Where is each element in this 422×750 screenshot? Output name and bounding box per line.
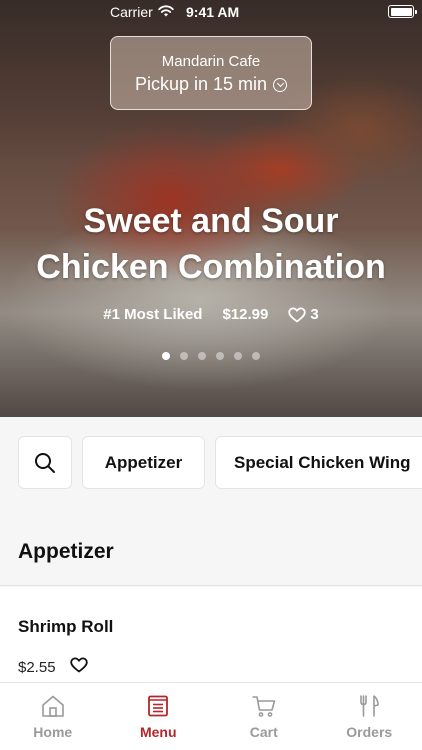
category-chip-special-chicken-wing[interactable]: Special Chicken Wing <box>215 436 422 489</box>
featured-item-hero[interactable]: Carrier 9:41 AM Mandarin Cafe Pickup in … <box>0 0 422 417</box>
item-name: Shrimp Roll <box>18 617 114 636</box>
tab-orders[interactable]: Orders <box>317 683 422 750</box>
tab-label-menu: Menu <box>139 724 177 740</box>
carousel-dot[interactable] <box>234 352 242 360</box>
title-line-2: Chicken Combination <box>36 248 386 286</box>
carousel-indicator[interactable] <box>0 352 422 360</box>
carousel-dot[interactable] <box>180 352 188 360</box>
tab-label-home: Home <box>33 724 73 740</box>
pickup-time: Pickup in 15 min <box>134 74 268 94</box>
favorite-button[interactable] <box>69 657 88 678</box>
carousel-dot[interactable] <box>216 352 224 360</box>
like-button[interactable]: 3 <box>288 306 319 323</box>
like-count: 3 <box>310 306 319 323</box>
tab-label-cart: Cart <box>249 724 278 740</box>
pickup-selector[interactable]: Mandarin Cafe Pickup in 15 min <box>110 36 312 110</box>
carousel-dot[interactable] <box>198 352 206 360</box>
tab-label-orders: Orders <box>346 724 393 740</box>
tab-menu[interactable]: Menu <box>106 683 212 750</box>
battery-icon <box>388 5 417 18</box>
menu-item-shrimp-roll[interactable]: Shrimp Roll $2.55 <box>0 587 422 682</box>
item-price-row: $2.55 <box>18 657 88 678</box>
store-name: Mandarin Cafe <box>161 53 261 70</box>
app-screen: Carrier 9:41 AM Mandarin Cafe Pickup in … <box>0 0 422 750</box>
title-line-1: Sweet and Sour <box>83 202 339 240</box>
tab-cart[interactable]: Cart <box>211 683 317 750</box>
orders-icon <box>360 695 380 717</box>
cart-icon <box>251 696 276 717</box>
wifi-icon <box>158 5 174 17</box>
home-icon <box>41 695 64 717</box>
item-price: $2.55 <box>18 659 56 676</box>
status-bar: Carrier 9:41 AM <box>0 0 422 24</box>
chevron-down-circle-icon <box>273 77 288 92</box>
carousel-dot[interactable] <box>162 352 170 360</box>
search-icon <box>35 452 55 473</box>
carousel-dot[interactable] <box>252 352 260 360</box>
featured-price: $12.99 <box>222 306 269 323</box>
section-title: Appetizer <box>0 540 422 586</box>
heart-icon <box>69 657 88 673</box>
menu-icon <box>148 695 169 717</box>
clock-time: 9:41 AM <box>186 4 240 20</box>
pickup-time-row: Pickup in 15 min <box>111 74 311 95</box>
tab-bar: Home Menu Cart Orders <box>0 682 422 750</box>
heart-icon <box>288 307 307 323</box>
featured-item-title: Sweet and Sour Chicken Combination <box>0 198 422 290</box>
featured-item-meta: #1 Most Liked $12.99 3 <box>0 306 422 323</box>
category-chip-appetizer[interactable]: Appetizer <box>82 436 205 489</box>
tab-home[interactable]: Home <box>0 683 106 750</box>
carrier-label: Carrier <box>110 4 153 20</box>
category-bar: Appetizer Special Chicken Wing <box>18 436 422 490</box>
search-button[interactable] <box>18 436 72 489</box>
rank-badge: #1 Most Liked <box>103 306 203 323</box>
